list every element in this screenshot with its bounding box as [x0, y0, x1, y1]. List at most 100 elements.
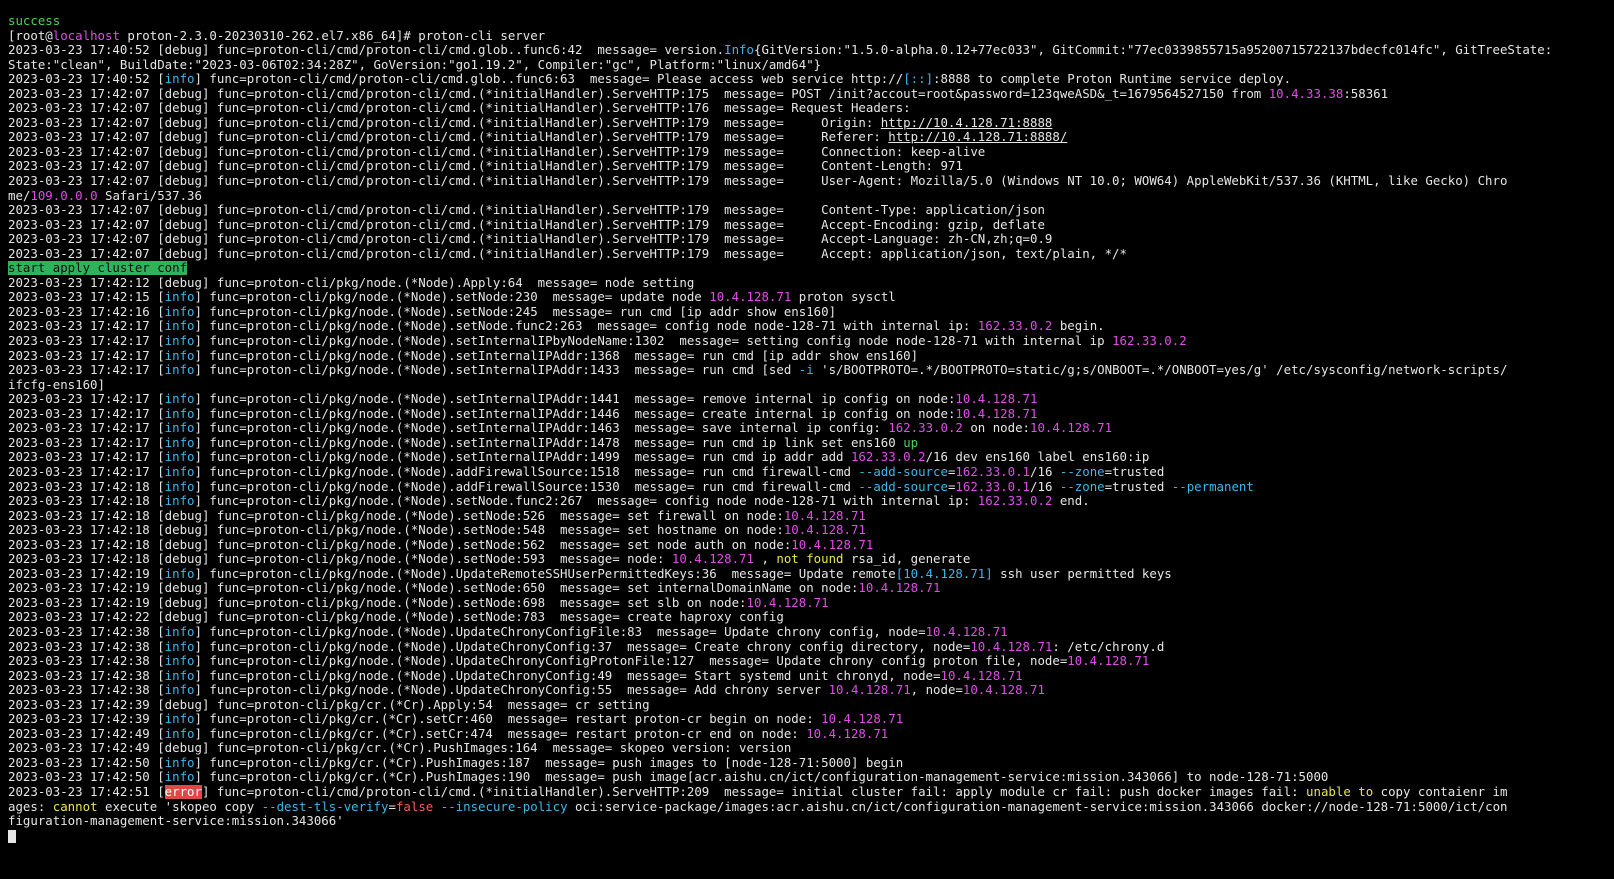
terminal-text: 10.4.128.71 — [783, 523, 866, 538]
terminal-text: 2023-03-23 17:42:18 [debug] func=proton-… — [8, 552, 672, 567]
terminal-text: ] func=proton-cli/cmd/proton-cli/cmd.glo… — [194, 72, 904, 87]
terminal-line: 2023-03-23 17:42:38 [info] func=proton-c… — [8, 683, 1614, 698]
terminal-text: 2023-03-23 17:42:07 [debug] func=proton-… — [8, 159, 963, 174]
terminal-text: 2023-03-23 17:42:16 [ — [8, 304, 165, 319]
terminal-text: ] func=proton-cli/pkg/node.(*Node).addFi… — [194, 464, 859, 479]
terminal-line: 2023-03-23 17:42:38 [info] func=proton-c… — [8, 669, 1614, 684]
terminal-text: info — [164, 654, 195, 669]
terminal-text: rsa_id, generate — [843, 552, 971, 567]
terminal-text: --add-source — [858, 479, 948, 494]
terminal-text: not found — [776, 552, 844, 567]
terminal-text: end. — [1052, 494, 1090, 509]
terminal-line: 2023-03-23 17:42:07 [debug] func=proton-… — [8, 247, 1614, 262]
terminal-link[interactable]: http://10.4.128.71:8888/ — [888, 130, 1067, 144]
terminal-line: ifcfg-ens160] — [8, 378, 1614, 393]
terminal-text: 2023-03-23 17:42:18 [ — [8, 494, 165, 509]
terminal-line: 2023-03-23 17:42:17 [info] func=proton-c… — [8, 349, 1614, 364]
terminal-text: 2023-03-23 17:42:17 [ — [8, 421, 165, 436]
terminal-text: info — [164, 392, 195, 407]
terminal-text: 2023-03-23 17:42:17 [ — [8, 348, 165, 363]
terminal-text: 2023-03-23 17:42:07 [debug] func=proton-… — [8, 115, 881, 130]
terminal-text: 2023-03-23 17:42:07 [debug] func=proton-… — [8, 203, 1045, 218]
terminal-line: ages: cannot execute 'skopeo copy --dest… — [8, 800, 1614, 815]
terminal-text: ] func=proton-cli/pkg/node.(*Node).setIn… — [194, 406, 956, 421]
terminal-text: 2023-03-23 17:42:07 [debug] func=proton-… — [8, 232, 1053, 247]
terminal-window[interactable]: success [root@localhost proton-2.3.0-2023… — [0, 0, 1614, 879]
terminal-text: begin. — [1052, 319, 1105, 334]
terminal-text: info — [164, 566, 195, 581]
terminal-text: 162.33.0.1 — [955, 464, 1031, 479]
terminal-text: 10.4.128.71 — [1067, 654, 1150, 669]
terminal-line: 2023-03-23 17:42:07 [debug] func=proton-… — [8, 116, 1614, 131]
terminal-text: up — [903, 435, 919, 450]
terminal-text: 10.4.128.71 — [962, 683, 1045, 698]
terminal-text: info — [164, 421, 195, 436]
terminal-text: ] func=proton-cli/pkg/node.(*Node).addFi… — [194, 479, 859, 494]
terminal-input-line[interactable] — [8, 829, 1614, 844]
terminal-text: 2023-03-23 17:40:52 [ — [8, 72, 165, 87]
terminal-text: ] func=proton-cli/pkg/node.(*Node).setIn… — [194, 421, 889, 436]
terminal-text: : /etc/chrony.d — [1052, 639, 1165, 654]
terminal-text: 2023-03-23 17:42:12 [debug] func=proton-… — [8, 275, 695, 290]
terminal-text: 2023-03-23 17:42:18 [debug] func=proton-… — [8, 537, 792, 552]
terminal-text: 162.33.0.1 — [955, 479, 1031, 494]
terminal-text: ] func=proton-cli/pkg/node.(*Node).Updat… — [194, 639, 971, 654]
terminal-text: info — [164, 72, 195, 87]
terminal-line: me/109.0.0.0 Safari/537.36 — [8, 189, 1614, 204]
terminal-text: 162.33.0.2 — [888, 421, 963, 436]
terminal-text: ] func=proton-cli/pkg/cr.(*Cr).PushImage… — [194, 770, 1329, 785]
terminal-text: 2023-03-23 17:42:39 [debug] func=proton-… — [8, 697, 650, 712]
terminal-text: 2023-03-23 17:42:17 [ — [8, 406, 165, 421]
terminal-text: info — [164, 304, 195, 319]
terminal-line: 2023-03-23 17:42:22 [debug] func=proton-… — [8, 610, 1614, 625]
terminal-text: 10.4.128.71 — [806, 726, 889, 741]
terminal-text: info — [164, 348, 195, 363]
terminal-line: 2023-03-23 17:42:07 [debug] func=proton-… — [8, 145, 1614, 160]
terminal-line: 2023-03-23 17:42:17 [info] func=proton-c… — [8, 392, 1614, 407]
terminal-line: 2023-03-23 17:42:18 [debug] func=proton-… — [8, 552, 1614, 567]
terminal-text: ssh user permitted keys — [992, 566, 1172, 581]
terminal-text: execute 'skopeo copy — [97, 799, 262, 814]
terminal-text: 2023-03-23 17:42:38 [ — [8, 683, 165, 698]
terminal-text: figuration-management-service:mission.34… — [8, 814, 344, 829]
terminal-line: 2023-03-23 17:42:17 [info] func=proton-c… — [8, 363, 1614, 378]
terminal-line: start apply cluster conf — [8, 261, 1614, 276]
terminal-text: 162.33.0.2 — [1112, 334, 1187, 349]
terminal-text: ] func=proton-cli/pkg/cr.(*Cr).setCr:474… — [194, 726, 807, 741]
terminal-text: = — [388, 799, 396, 814]
terminal-text: cannot — [52, 799, 98, 814]
terminal-text: 2023-03-23 17:42:38 [ — [8, 639, 165, 654]
terminal-line: [root@localhost proton-2.3.0-20230310-26… — [8, 29, 1614, 44]
terminal-text: 162.33.0.2 — [977, 319, 1053, 334]
terminal-line: 2023-03-23 17:42:07 [debug] func=proton-… — [8, 101, 1614, 116]
terminal-text: info — [164, 319, 195, 334]
terminal-text: , node= — [910, 683, 963, 698]
terminal-line: 2023-03-23 17:42:50 [info] func=proton-c… — [8, 756, 1614, 771]
terminal-text: =trusted — [1104, 464, 1165, 479]
terminal-text: info — [164, 479, 195, 494]
terminal-text: 2023-03-23 17:42:17 [ — [8, 464, 165, 479]
terminal-line: 2023-03-23 17:40:52 [debug] func=proton-… — [8, 43, 1614, 58]
terminal-text: info — [164, 683, 195, 698]
terminal-text: ] func=proton-cli/pkg/node.(*Node).setIn… — [194, 334, 1113, 349]
terminal-text: 2023-03-23 17:42:38 [ — [8, 668, 165, 683]
terminal-text: info — [164, 624, 195, 639]
terminal-line: 2023-03-23 17:42:50 [info] func=proton-c… — [8, 770, 1614, 785]
terminal-text: info — [164, 435, 195, 450]
terminal-text: 2023-03-23 17:42:07 [debug] func=proton-… — [8, 217, 1045, 232]
terminal-text: 109.0.0.0 — [30, 188, 98, 203]
terminal-text: 2023-03-23 17:40:52 [debug] func=proton-… — [8, 43, 725, 58]
terminal-link[interactable]: http://10.4.128.71:8888 — [881, 116, 1053, 130]
terminal-text: --permanent — [1171, 479, 1254, 494]
terminal-text: ifcfg-ens160] — [8, 377, 105, 392]
terminal-line: 2023-03-23 17:40:52 [info] func=proton-c… — [8, 72, 1614, 87]
terminal-line: 2023-03-23 17:42:17 [info] func=proton-c… — [8, 450, 1614, 465]
terminal-text: 10.4.128.71 — [671, 552, 754, 567]
terminal-text: 10.4.128.71 — [783, 508, 866, 523]
terminal-line: 2023-03-23 17:42:16 [info] func=proton-c… — [8, 305, 1614, 320]
terminal-text: ] func=proton-cli/pkg/node.(*Node).Updat… — [194, 654, 1068, 669]
terminal-text: ] func=proton-cli/pkg/node.(*Node).setIn… — [194, 450, 851, 465]
terminal-text: oci:service-package/images:acr.aishu.cn/… — [567, 799, 1508, 814]
terminal-text: localhost — [52, 28, 120, 43]
terminal-text: 2023-03-23 17:42:07 [debug] func=proton-… — [8, 86, 1269, 101]
